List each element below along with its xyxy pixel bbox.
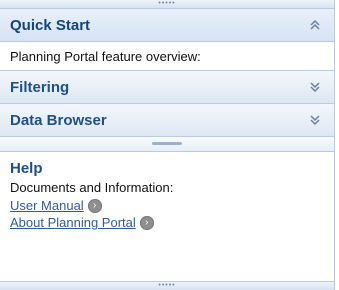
quick-start-content: Planning Portal feature overview: bbox=[0, 42, 334, 71]
top-resize-grip[interactable]: ••••• bbox=[0, 0, 334, 9]
section-quick-start-title: Quick Start bbox=[10, 16, 91, 34]
section-quick-start[interactable]: Quick Start bbox=[0, 9, 334, 42]
section-filtering[interactable]: Filtering bbox=[0, 71, 334, 104]
help-link-user-manual-row: User Manual › bbox=[10, 198, 324, 213]
splitter-handle[interactable] bbox=[152, 142, 182, 145]
arrow-right-circle-icon[interactable]: › bbox=[139, 215, 154, 230]
left-accordion-panel: ••••• Quick Start Planning Portal featur… bbox=[0, 0, 335, 290]
bottom-resize-grip[interactable]: ••••• bbox=[0, 281, 334, 290]
about-planning-portal-link[interactable]: About Planning Portal bbox=[10, 215, 136, 230]
section-data-browser[interactable]: Data Browser bbox=[0, 104, 334, 137]
help-title: Help bbox=[10, 160, 43, 177]
section-filtering-title: Filtering bbox=[10, 78, 70, 96]
arrow-right-circle-icon[interactable]: › bbox=[87, 198, 102, 213]
quick-start-text: Planning Portal feature overview: bbox=[10, 48, 201, 64]
grip-dots-icon: ••••• bbox=[158, 0, 176, 7]
double-chevron-down-svg bbox=[310, 115, 320, 126]
double-chevron-down-icon[interactable] bbox=[306, 111, 324, 129]
help-description: Documents and Information: bbox=[10, 180, 174, 195]
double-chevron-down-icon[interactable] bbox=[306, 78, 324, 96]
section-splitter[interactable] bbox=[0, 137, 334, 152]
help-panel: Help Documents and Information: User Man… bbox=[0, 152, 334, 260]
double-chevron-up-icon[interactable] bbox=[306, 16, 324, 34]
section-data-browser-title: Data Browser bbox=[10, 111, 107, 129]
double-chevron-up-svg bbox=[310, 19, 320, 30]
double-chevron-down-svg bbox=[310, 82, 320, 93]
user-manual-link[interactable]: User Manual bbox=[10, 198, 84, 213]
grip-dots-icon: ••••• bbox=[158, 282, 176, 289]
help-link-about-row: About Planning Portal › bbox=[10, 215, 324, 230]
